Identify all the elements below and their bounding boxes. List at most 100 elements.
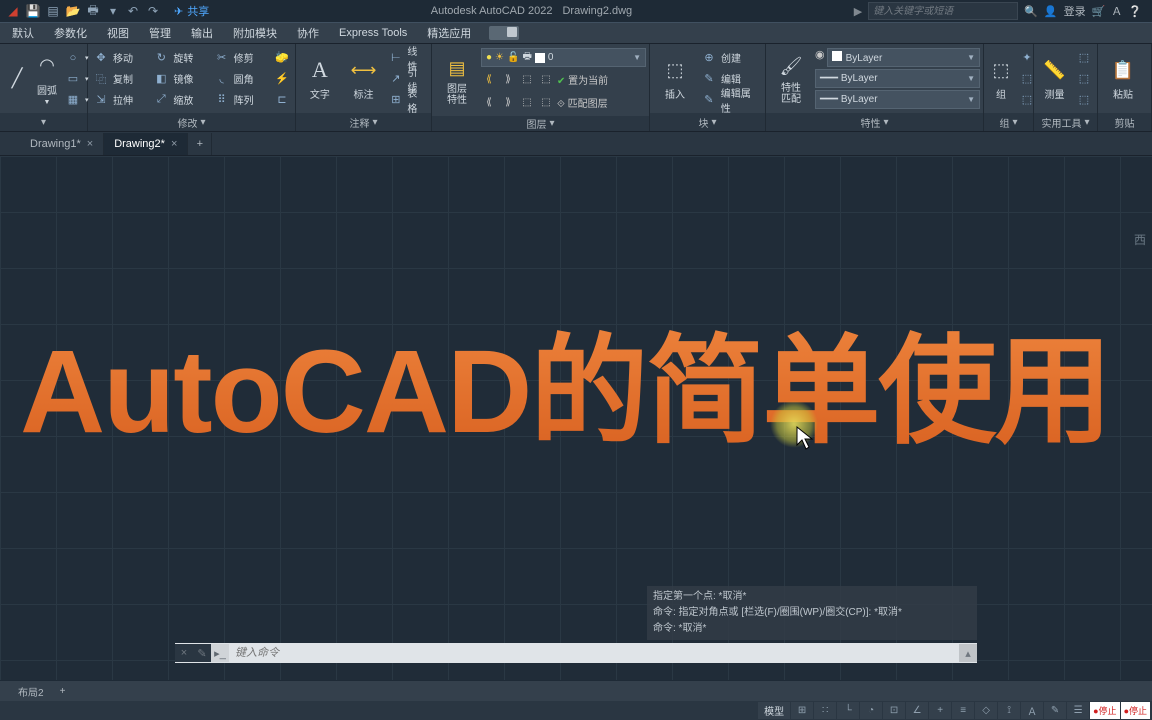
qat-open-icon[interactable]: 📂	[64, 2, 82, 20]
line-button[interactable]: ╱	[3, 47, 31, 110]
matchlayer-button[interactable]: ⟐ 匹配图层	[557, 95, 608, 110]
tab-drawing2[interactable]: Drawing2*×	[104, 133, 188, 155]
grid-snap-icon[interactable]: ⊞	[791, 702, 813, 719]
mirror-button[interactable]: ◧镜像	[151, 68, 209, 89]
panel-annotate-title[interactable]: 注释 ▾	[296, 113, 431, 131]
cart-icon[interactable]: 🛒	[1092, 5, 1106, 18]
model-button[interactable]: 模型	[758, 702, 790, 719]
laytool-4[interactable]: ⬚	[538, 72, 554, 88]
layerprops-button[interactable]: ▤图层 特性	[435, 47, 479, 113]
rotate-button[interactable]: ↻旋转	[151, 47, 209, 68]
laytool-3[interactable]: ⬚	[519, 72, 535, 88]
scale-icon[interactable]: Ａ	[1021, 702, 1043, 719]
color-dropdown[interactable]: ByLayer▼	[827, 48, 980, 67]
panel-layer-title[interactable]: 图层 ▾	[432, 116, 649, 131]
explode-button[interactable]: ⚡	[272, 68, 292, 89]
matchprop-button[interactable]: 🖌特性 匹配	[769, 47, 813, 110]
qat-save-icon[interactable]: 💾	[24, 2, 42, 20]
share-button[interactable]: ✈ 共享	[174, 3, 209, 19]
circle-button[interactable]: ○▾	[63, 47, 91, 68]
move-button[interactable]: ✥移动	[91, 47, 149, 68]
fillet-button[interactable]: ◟圆角	[212, 68, 270, 89]
snap-icon[interactable]: ∷	[814, 702, 836, 719]
cmd-custom-icon[interactable]: ✎	[193, 644, 211, 662]
linetype-dropdown[interactable]: ━━━ ByLayer▼	[815, 90, 980, 109]
util-3[interactable]: ⬚	[1074, 89, 1094, 110]
erase-button[interactable]: 🧽	[272, 47, 292, 68]
copy-button[interactable]: ⿻复制	[91, 68, 149, 89]
ws-icon[interactable]: ✎	[1044, 702, 1066, 719]
qat-redo-icon[interactable]: ↷	[144, 2, 162, 20]
tab-drawing1[interactable]: Drawing1*×	[20, 133, 104, 155]
panel-clip-title[interactable]: 剪贴	[1098, 113, 1151, 131]
command-input[interactable]	[229, 644, 959, 662]
panel-draw-title[interactable]: ▾	[0, 113, 87, 131]
group-button[interactable]: ⬚组	[987, 47, 1015, 110]
cmd-close-icon[interactable]: ×	[175, 644, 193, 662]
user-icon[interactable]: 👤	[1044, 5, 1058, 18]
new-tab-button[interactable]: +	[188, 133, 212, 155]
layer-dropdown[interactable]: ● ☀ 🔓 🖶 0 ▼	[481, 48, 646, 67]
polar-icon[interactable]: ◔	[860, 702, 882, 719]
paste-button[interactable]: 📋粘贴	[1101, 47, 1145, 110]
rect-button[interactable]: ▭▾	[63, 68, 91, 89]
text-button[interactable]: A文字	[299, 47, 341, 110]
attr-button[interactable]: ✎编辑属性	[699, 89, 762, 110]
record-stop-2[interactable]: ●停止	[1121, 702, 1150, 719]
dyn-icon[interactable]: +	[929, 702, 951, 719]
laytool-8[interactable]: ⬚	[538, 95, 554, 111]
search-icon[interactable]: 🔍	[1024, 5, 1038, 18]
panel-props-title[interactable]: 特性 ▾	[766, 113, 983, 131]
qat-print-icon[interactable]: 🖶	[84, 2, 102, 20]
table-button[interactable]: ⊞表格	[386, 89, 428, 110]
tab-manage[interactable]: 管理	[139, 22, 181, 44]
qat-new-icon[interactable]: ▤	[44, 2, 62, 20]
laytool-5[interactable]: ⟪	[481, 95, 497, 111]
insert-button[interactable]: ⬚插入	[653, 47, 697, 110]
tab-collab[interactable]: 协作	[287, 22, 329, 44]
tab-parametric[interactable]: 参数化	[44, 22, 97, 44]
tab-default[interactable]: 默认	[2, 22, 44, 44]
extra-icon[interactable]: ☰	[1067, 702, 1089, 719]
arc-button[interactable]: ◠圆弧▼	[33, 47, 61, 110]
color-icon[interactable]: ◉	[815, 48, 825, 67]
search-input[interactable]	[868, 2, 1018, 20]
util-2[interactable]: ⬚	[1074, 68, 1094, 89]
iso-icon[interactable]: ◇	[975, 702, 997, 719]
panel-modify-title[interactable]: 修改 ▾	[88, 113, 295, 131]
tab-express[interactable]: Express Tools	[329, 24, 417, 42]
app-switch[interactable]	[489, 26, 519, 40]
app-menu-icon[interactable]: ◢	[4, 2, 22, 20]
laytool-1[interactable]: ⟪	[481, 72, 497, 88]
lineweight-dropdown[interactable]: ━━━ ByLayer▼	[815, 69, 980, 88]
tab-output[interactable]: 输出	[181, 22, 223, 44]
record-stop-1[interactable]: ●停止	[1090, 702, 1119, 719]
panel-util-title[interactable]: 实用工具 ▾	[1034, 113, 1097, 131]
close-icon[interactable]: ×	[171, 138, 177, 150]
cmd-up-icon[interactable]: ▴	[959, 644, 977, 662]
scale-button[interactable]: ⤢缩放	[151, 89, 209, 110]
trim-button[interactable]: ✂修剪	[212, 47, 270, 68]
dim-button[interactable]: ⟷标注	[343, 47, 385, 110]
layout-tab[interactable]: 布局2	[10, 681, 52, 702]
search-go-icon[interactable]: ▶	[854, 5, 862, 18]
laytool-7[interactable]: ⬚	[519, 95, 535, 111]
anno-icon[interactable]: ⟟	[998, 702, 1020, 719]
setcurrent-button[interactable]: ✔ 置为当前	[557, 72, 608, 87]
osnap-icon[interactable]: ⊡	[883, 702, 905, 719]
create-block-button[interactable]: ⊕创建	[699, 47, 762, 68]
util-1[interactable]: ⬚	[1074, 47, 1094, 68]
close-icon[interactable]: ×	[87, 138, 93, 150]
stretch-button[interactable]: ⇲拉伸	[91, 89, 149, 110]
tab-view[interactable]: 视图	[97, 22, 139, 44]
login-button[interactable]: 登录	[1064, 3, 1086, 19]
measure-button[interactable]: 📏测量	[1037, 47, 1072, 110]
apps-icon[interactable]: Ａ	[1111, 3, 1122, 19]
tab-featured[interactable]: 精选应用	[417, 22, 481, 44]
panel-block-title[interactable]: 块 ▾	[650, 113, 765, 131]
layout-add[interactable]: +	[52, 683, 74, 700]
hatch-button[interactable]: ▦▾	[63, 89, 91, 110]
array-button[interactable]: ⠿阵列	[212, 89, 270, 110]
panel-group-title[interactable]: 组 ▾	[984, 113, 1033, 131]
ortho-icon[interactable]: └	[837, 702, 859, 719]
